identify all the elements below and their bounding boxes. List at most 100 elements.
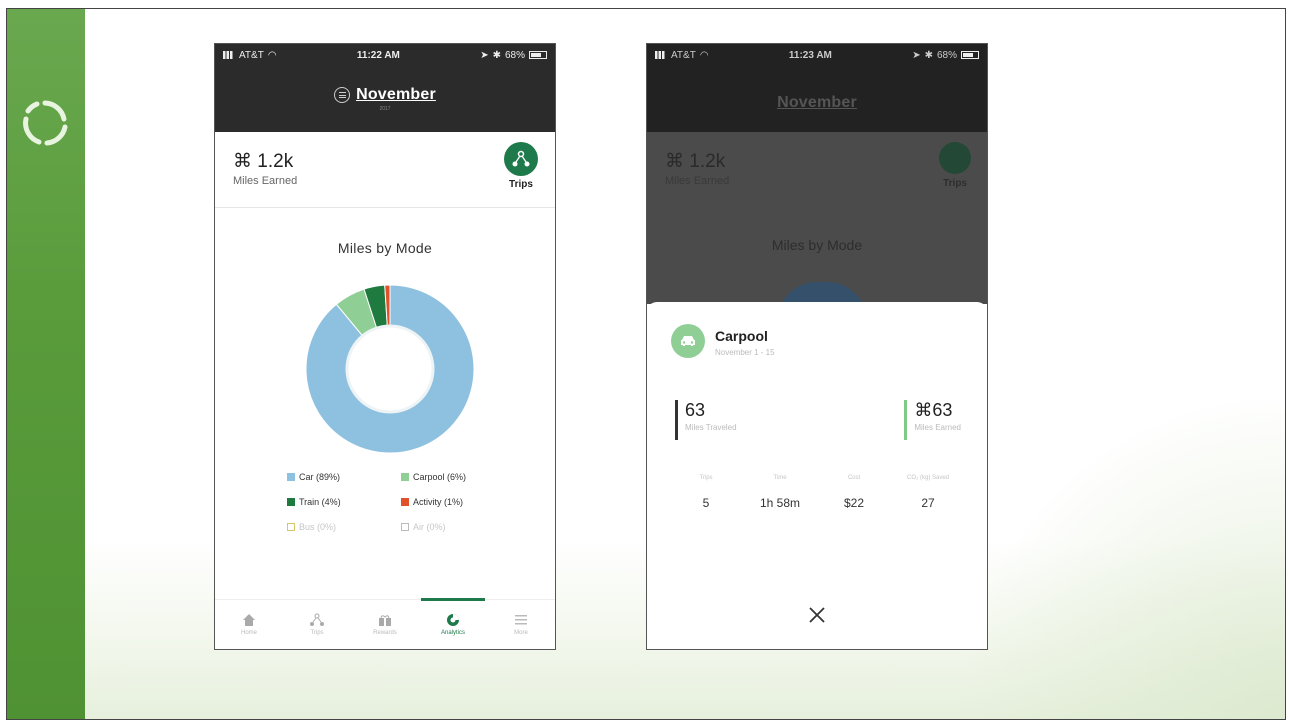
wifi-icon: ◠ <box>699 49 709 61</box>
signal-icon <box>655 51 667 59</box>
year-label: 2017 <box>379 106 391 112</box>
legend-swatch <box>287 498 295 506</box>
trips-icon[interactable] <box>504 142 538 176</box>
status-time: 11:22 AM <box>356 49 400 61</box>
tab-label: Analytics <box>440 630 465 636</box>
month-selector[interactable]: November <box>334 86 436 104</box>
metric-trips: Trips 5 <box>675 474 737 510</box>
metric-label: Trips <box>699 475 713 481</box>
mode-detail-sheet: Carpool November 1 - 15 63 Miles Travele… <box>647 302 987 649</box>
battery-icon <box>529 51 547 59</box>
dimmed-background[interactable]: AT&T ◠ 11:23 AM ➤ ✱ 68% November ⌘ 1.2k … <box>647 44 987 304</box>
bottom-tab-bar: Home Trips Rewards Analytics More <box>215 598 555 649</box>
phone-mode-detail-screen: AT&T ◠ 11:23 AM ➤ ✱ 68% November ⌘ 1.2k … <box>646 43 988 650</box>
carrier-label: AT&T <box>671 49 696 61</box>
tab-label: More <box>514 630 528 636</box>
dimmed-trips-label: Trips <box>943 178 967 189</box>
donut-hole <box>345 324 435 414</box>
menu-icon[interactable] <box>334 87 351 103</box>
tab-label: Home <box>240 630 257 636</box>
recycle-arrows-logo-icon <box>23 100 68 146</box>
metric-value: 1h 58m <box>759 496 801 510</box>
metric-cost: Cost $22 <box>823 474 885 510</box>
dimmed-chart <box>777 282 867 304</box>
analytics-icon[interactable] <box>446 613 460 627</box>
carrier-label: AT&T <box>239 49 264 61</box>
wifi-icon: ◠ <box>267 49 277 61</box>
tab-home[interactable]: Home <box>215 600 283 649</box>
dimmed-body: ⌘ 1.2k Miles Earned Trips Miles by Mode <box>647 132 987 304</box>
month-header: November 2017 <box>215 66 555 132</box>
bluetooth-icon: ✱ <box>492 49 501 61</box>
miles-traveled-label: Miles Traveled <box>685 423 737 432</box>
location-icon: ➤ <box>480 49 489 61</box>
battery-percent: 68% <box>504 49 525 61</box>
chart-legend: Car (89%) Carpool (6%) Train (4%) Activi… <box>287 472 507 532</box>
legend-label: Activity (1%) <box>413 497 464 507</box>
metric-label: Cost <box>847 475 861 481</box>
miles-summary: ⌘ 1.2k Miles Earned Trips <box>215 132 555 208</box>
month-title[interactable]: November <box>356 86 436 104</box>
miles-earned-stat: ⌘63 Miles Earned <box>904 400 961 440</box>
legend-item-car[interactable]: Car (89%) <box>287 472 393 482</box>
legend-label: Carpool (6%) <box>413 472 467 482</box>
legend-item-train[interactable]: Train (4%) <box>287 497 393 507</box>
trips-label[interactable]: Trips <box>509 179 533 190</box>
location-icon: ➤ <box>912 49 921 61</box>
dimmed-header: November <box>647 66 987 132</box>
chart-title: Miles by Mode <box>337 240 433 256</box>
miles-by-mode-donut-chart <box>305 284 475 454</box>
signal-icon <box>223 51 235 59</box>
dimmed-miles-label: Miles Earned <box>665 175 730 187</box>
background-glow <box>955 389 1285 719</box>
dimmed-month-title: November <box>777 94 857 111</box>
miles-earned-label: Miles Earned <box>233 175 298 187</box>
metric-value: 5 <box>702 496 710 510</box>
legend-swatch <box>401 498 409 506</box>
close-button[interactable] <box>805 603 829 627</box>
metric-value: 27 <box>921 496 935 510</box>
phone-analytics-screen: AT&T ◠ 11:22 AM ➤ ✱ 68% November 2017 ⌘ … <box>214 43 556 650</box>
legend-item-air[interactable]: Air (0%) <box>401 522 507 532</box>
legend-swatch <box>401 523 409 531</box>
trips-icon[interactable] <box>309 613 325 627</box>
rewards-icon[interactable] <box>378 613 392 627</box>
battery-percent: 68% <box>936 49 957 61</box>
dimmed-trips-icon <box>939 142 971 174</box>
tab-more[interactable]: More <box>487 600 555 649</box>
legend-swatch <box>287 473 295 481</box>
trips-button[interactable]: Trips <box>501 142 541 190</box>
metric-time: Time 1h 58m <box>749 474 811 510</box>
tab-analytics[interactable]: Analytics <box>419 598 487 649</box>
status-bar: AT&T ◠ 11:23 AM ➤ ✱ 68% <box>647 44 987 66</box>
metric-co2-saved: CO₂ (kg) Saved 27 <box>897 474 959 510</box>
miles-earned-label: Miles Earned <box>914 423 961 432</box>
miles-traveled-stat: 63 Miles Traveled <box>675 400 737 440</box>
more-menu-icon[interactable] <box>514 613 528 627</box>
metric-value: $22 <box>843 496 865 510</box>
legend-label: Car (89%) <box>299 472 341 482</box>
tab-rewards[interactable]: Rewards <box>351 600 419 649</box>
status-time: 11:23 AM <box>788 49 832 61</box>
home-icon[interactable] <box>242 613 256 627</box>
bluetooth-icon: ✱ <box>924 49 933 61</box>
carpool-car-icon <box>671 324 705 358</box>
status-bar: AT&T ◠ 11:22 AM ➤ ✱ 68% <box>215 44 555 66</box>
legend-item-bus[interactable]: Bus (0%) <box>287 522 393 532</box>
tab-label: Trips <box>310 630 324 636</box>
tab-trips[interactable]: Trips <box>283 600 351 649</box>
metrics-row: Trips 5 Time 1h 58m Cost $22 CO₂ (kg) Sa… <box>675 474 959 510</box>
close-icon[interactable] <box>807 605 827 625</box>
miles-earned-value: ⌘ 1.2k <box>233 151 294 172</box>
legend-label: Bus (0%) <box>299 522 337 532</box>
legend-swatch <box>287 523 295 531</box>
tab-label: Rewards <box>373 630 397 636</box>
miles-traveled-value: 63 <box>685 400 706 420</box>
battery-icon <box>961 51 979 59</box>
legend-item-activity[interactable]: Activity (1%) <box>401 497 507 507</box>
miles-earned-value: ⌘63 <box>914 400 953 420</box>
date-range: November 1 - 15 <box>715 348 775 357</box>
legend-label: Train (4%) <box>299 497 341 507</box>
legend-item-carpool[interactable]: Carpool (6%) <box>401 472 507 482</box>
legend-label: Air (0%) <box>413 522 446 532</box>
